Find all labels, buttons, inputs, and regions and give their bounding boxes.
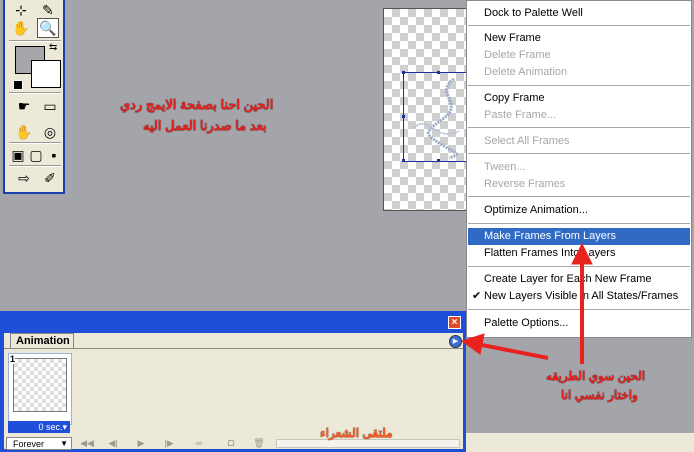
arrow-to-palette-menu-button [460,333,549,360]
arrow-to-menu-item [571,242,593,364]
annotation-arrows [460,242,593,364]
